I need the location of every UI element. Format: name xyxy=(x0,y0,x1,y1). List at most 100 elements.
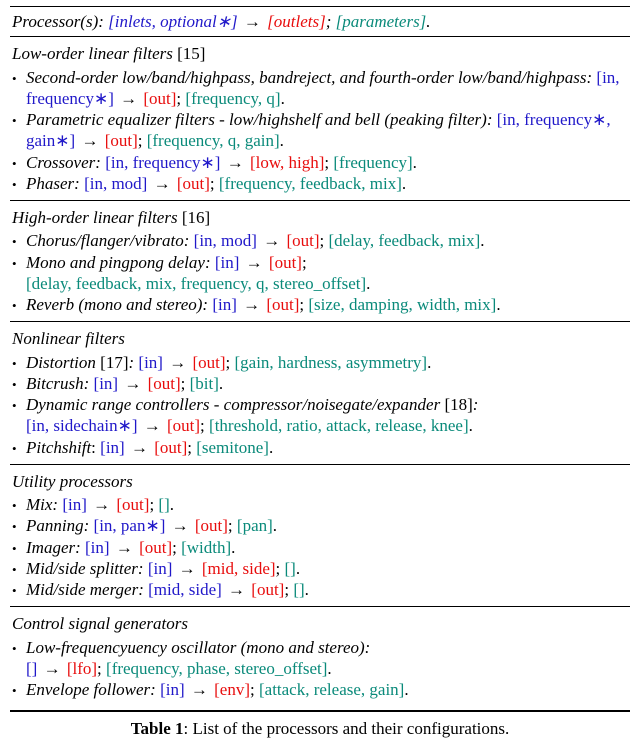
item-inlets: [in, pan∗] xyxy=(94,516,166,535)
item-inlets: [in, frequency∗] xyxy=(105,153,220,172)
item-name: Parametric equalizer filters - low/highs… xyxy=(26,110,493,129)
section-title-text: Control signal generators xyxy=(12,614,188,633)
item-outlets: [out] xyxy=(266,295,299,314)
list-item: •Low-frequencyuency oscillator (mono and… xyxy=(10,637,630,680)
bullet-icon: • xyxy=(12,230,26,251)
section-title: Control signal generators xyxy=(10,611,630,636)
bullet-icon: • xyxy=(12,252,26,295)
item-params: [size, damping, width, mix] xyxy=(308,295,496,314)
list-item-body: Panning: [in, pan∗] → [out]; [pan]. xyxy=(26,515,630,536)
list-item: •Mix: [in] → [out]; []. xyxy=(10,494,630,515)
item-outlets: [out] xyxy=(167,416,200,435)
item-params: [] xyxy=(285,559,296,578)
item-outlets: [out] xyxy=(139,538,172,557)
item-params: [threshold, ratio, attack, release, knee… xyxy=(209,416,469,435)
item-name: Crossover: xyxy=(26,153,101,172)
item-outlets: [env] xyxy=(214,680,250,699)
arrow-icon: → xyxy=(165,516,195,535)
item-params: [frequency, phase, stereo_offset] xyxy=(106,659,327,678)
item-params: [] xyxy=(293,580,304,599)
arrow-icon: → xyxy=(163,353,193,372)
semicolon: ; xyxy=(302,253,307,272)
item-outlets: [out] xyxy=(154,438,187,457)
semicolon: ; xyxy=(181,374,190,393)
item-inlets: [in] xyxy=(148,559,173,578)
caption-text: : List of the processors and their confi… xyxy=(184,719,510,738)
terminator: . xyxy=(273,516,277,535)
processor-table: Processor(s): [inlets, optional∗] → [out… xyxy=(10,6,630,740)
list-item: •Parametric equalizer filters - low/high… xyxy=(10,109,630,152)
header-outlets: [outlets] xyxy=(267,12,326,31)
section-ref: [15] xyxy=(173,44,206,63)
item-inlets: [in] xyxy=(215,253,240,272)
item-name: Second-order low/band/highpass, bandreje… xyxy=(26,68,592,87)
list-item: •Chorus/flanger/vibrato: [in, mod] → [ou… xyxy=(10,230,630,251)
header-label: Processor(s): xyxy=(12,12,108,31)
item-outlets: [out] xyxy=(143,89,176,108)
arrow-icon: → xyxy=(110,538,140,557)
list-item-body: Mid/side merger: [mid, side] → [out]; []… xyxy=(26,579,630,600)
arrow-icon: → xyxy=(87,495,117,514)
semicolon: ; xyxy=(97,659,106,678)
semicolon: ; xyxy=(210,174,219,193)
arrow-icon: → xyxy=(242,12,263,31)
item-inlets: [in, sidechain∗] xyxy=(26,416,138,435)
arrow-icon: → xyxy=(37,659,67,678)
item-name: Envelope follower: xyxy=(26,680,156,699)
item-params: [] xyxy=(158,495,169,514)
list-item-body: Second-order low/band/highpass, bandreje… xyxy=(26,67,630,110)
item-outlets: [lfo] xyxy=(67,659,97,678)
section: Nonlinear filters•Distortion [17]: [in] … xyxy=(10,322,630,464)
item-outlets: [out] xyxy=(195,516,228,535)
arrow-icon: → xyxy=(185,680,215,699)
bullet-icon: • xyxy=(12,394,26,437)
item-params: [frequency] xyxy=(333,153,412,172)
section-title: Utility processors xyxy=(10,469,630,494)
terminator: . xyxy=(305,580,309,599)
item-outlets: [out] xyxy=(116,495,149,514)
terminator: . xyxy=(327,659,331,678)
item-ref: [18] xyxy=(440,395,473,414)
table-caption: Table 1: List of the processors and thei… xyxy=(10,712,630,739)
list-item-body: Reverb (mono and stereo): [in] → [out]; … xyxy=(26,294,630,315)
section-title: Nonlinear filters xyxy=(10,326,630,351)
list-item-body: Pitchshift: [in] → [out]; [semitone]. xyxy=(26,437,630,458)
terminator: . xyxy=(496,295,500,314)
bullet-icon: • xyxy=(12,437,26,458)
list-item-body: Dynamic range controllers - compressor/n… xyxy=(26,394,630,437)
bullet-icon: • xyxy=(12,679,26,700)
item-inlets: [in] xyxy=(212,295,237,314)
arrow-icon: → xyxy=(125,438,155,457)
arrow-icon: → xyxy=(75,131,105,150)
item-outlets: [out] xyxy=(148,374,181,393)
list-item-body: Distortion [17]: [in] → [out]; [gain, ha… xyxy=(26,352,630,373)
list-item-body: Bitcrush: [in] → [out]; [bit]. xyxy=(26,373,630,394)
item-name: Panning: xyxy=(26,516,89,535)
item-params: [delay, feedback, mix, frequency, q, ste… xyxy=(26,274,366,293)
item-outlets: [out] xyxy=(286,231,319,250)
terminator: . xyxy=(480,231,484,250)
list-item-body: Parametric equalizer filters - low/highs… xyxy=(26,109,630,152)
item-colon: : xyxy=(128,353,138,372)
semicolon: ; xyxy=(187,438,196,457)
item-params: [pan] xyxy=(237,516,273,535)
item-name: Distortion xyxy=(26,353,96,372)
terminator: . xyxy=(366,274,370,293)
terminator: . xyxy=(170,495,174,514)
arrow-icon: → xyxy=(114,89,144,108)
arrow-icon: → xyxy=(172,559,202,578)
bullet-icon: • xyxy=(12,373,26,394)
item-outlets: [low, high] xyxy=(250,153,324,172)
list-item: •Dynamic range controllers - compressor/… xyxy=(10,394,630,437)
item-outlets: [out] xyxy=(269,253,302,272)
header-params: [parameters] xyxy=(336,12,427,31)
item-name: Mono and pingpong delay: xyxy=(26,253,211,272)
item-outlets: [mid, side] xyxy=(202,559,276,578)
item-name: Low-frequencyuency oscillator (mono and … xyxy=(26,638,370,657)
item-name: Pitchshift xyxy=(26,438,91,457)
item-name: Mix: xyxy=(26,495,58,514)
list-item: •Bitcrush: [in] → [out]; [bit]. xyxy=(10,373,630,394)
bullet-icon: • xyxy=(12,173,26,194)
item-inlets: [in] xyxy=(85,538,110,557)
item-outlets: [out] xyxy=(251,580,284,599)
